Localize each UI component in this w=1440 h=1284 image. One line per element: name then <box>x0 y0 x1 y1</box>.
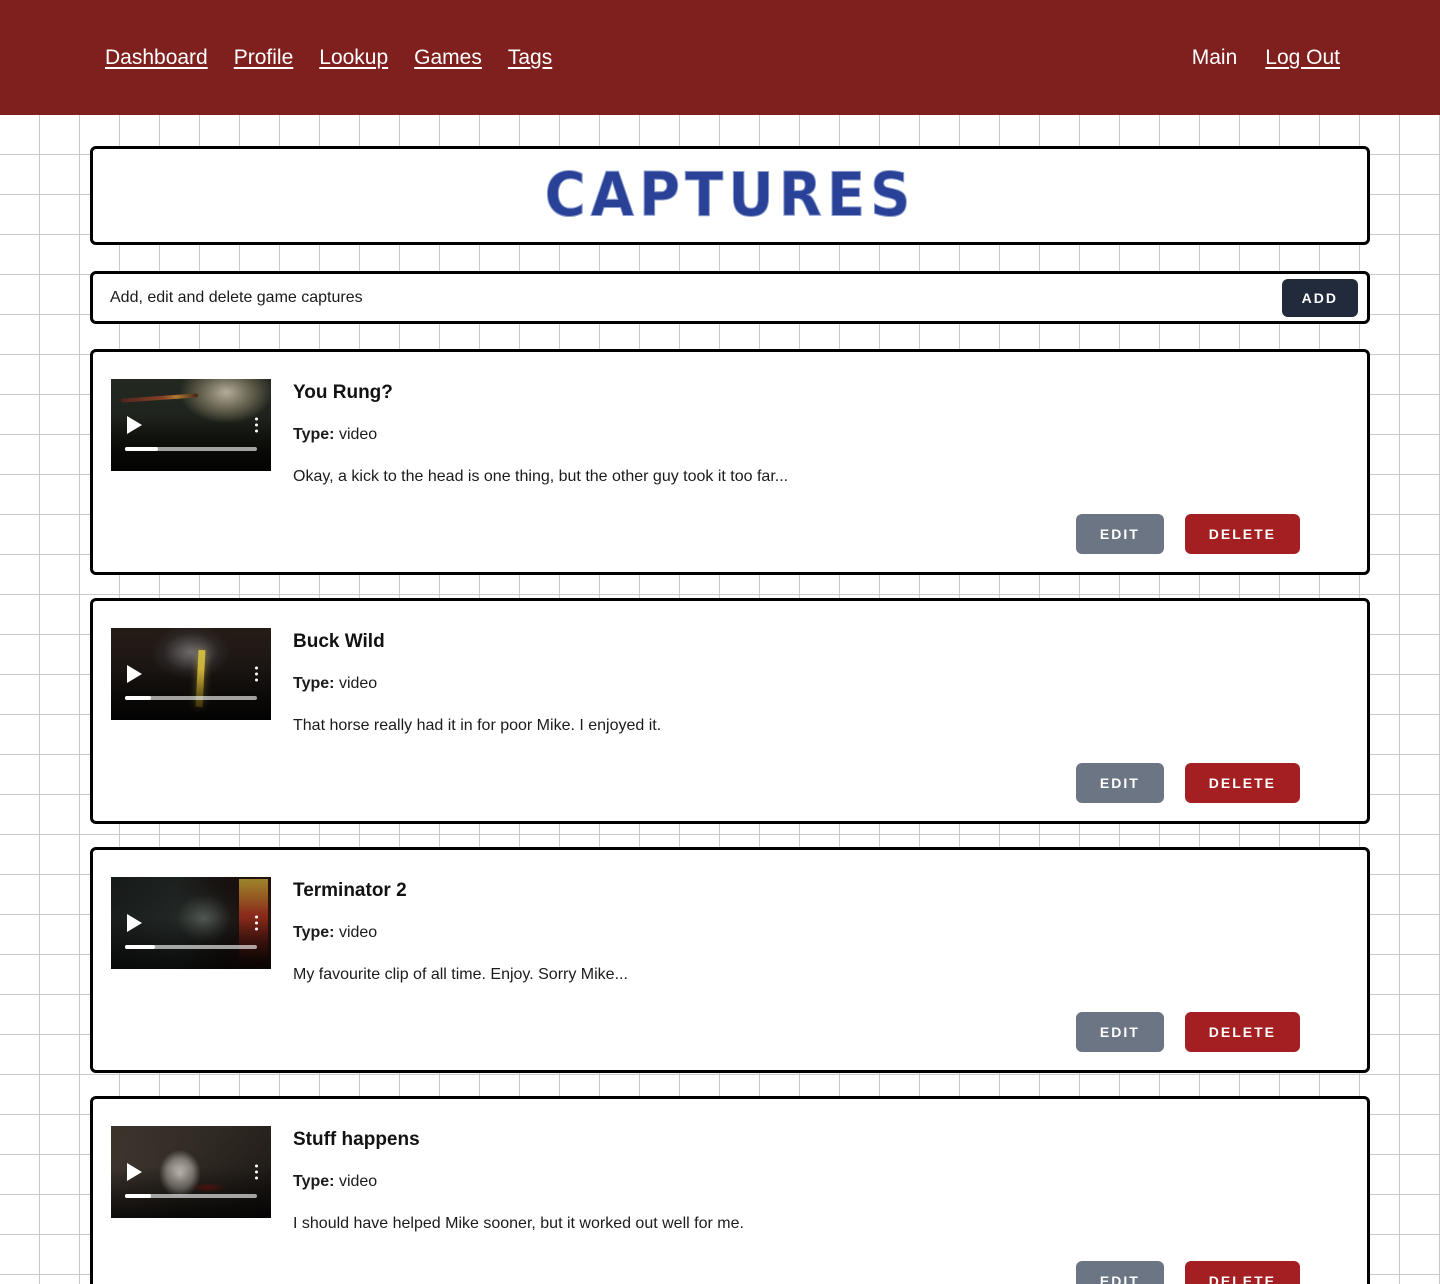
nav-item-main[interactable]: Main <box>1192 47 1238 68</box>
more-options-icon[interactable] <box>255 1164 258 1180</box>
capture-title: Terminator 2 <box>293 880 407 901</box>
capture-type-label: Type: <box>293 675 335 692</box>
capture-description: I should have helped Mike sooner, but it… <box>293 1215 744 1232</box>
nav-link-tags[interactable]: Tags <box>508 47 552 68</box>
video-progress-fill <box>125 1194 152 1198</box>
video-progress-fill <box>125 696 152 700</box>
capture-actions: EDIT DELETE <box>111 1261 1349 1284</box>
capture-card-body: Stuff happens Type: video I should have … <box>111 1126 1349 1233</box>
edit-button[interactable]: EDIT <box>1075 514 1164 554</box>
video-thumbnail[interactable] <box>111 628 271 720</box>
video-progress-bar[interactable] <box>125 945 257 949</box>
edit-button[interactable]: EDIT <box>1075 763 1164 803</box>
play-icon[interactable] <box>127 1163 142 1181</box>
capture-card: Terminator 2 Type: video My favourite cl… <box>90 847 1370 1073</box>
navbar-left-links: Dashboard Profile Lookup Games Tags <box>105 47 552 68</box>
capture-type-value: video <box>338 675 378 692</box>
capture-card-body: Buck Wild Type: video That horse really … <box>111 628 1349 735</box>
delete-button[interactable]: DELETE <box>1184 1012 1300 1052</box>
video-progress-bar[interactable] <box>125 1194 257 1198</box>
video-progress-bar[interactable] <box>125 696 257 700</box>
capture-card: You Rung? Type: video Okay, a kick to th… <box>90 349 1370 575</box>
page-title: CAPTURES <box>544 159 916 231</box>
action-bar: Add, edit and delete game captures ADD <box>90 271 1370 324</box>
video-thumbnail[interactable] <box>111 877 271 969</box>
capture-actions: EDIT DELETE <box>111 763 1349 803</box>
capture-info: Terminator 2 Type: video My favourite cl… <box>293 877 1349 984</box>
video-thumbnail[interactable] <box>111 379 271 471</box>
capture-type-label: Type: <box>293 924 335 941</box>
nav-link-lookup[interactable]: Lookup <box>319 47 388 68</box>
capture-type-value: video <box>338 426 378 443</box>
capture-type-value: video <box>338 924 378 941</box>
capture-info: Buck Wild Type: video That horse really … <box>293 628 1349 735</box>
play-icon[interactable] <box>127 665 142 683</box>
capture-type-label: Type: <box>293 1173 335 1190</box>
capture-description: Okay, a kick to the head is one thing, b… <box>293 468 789 485</box>
capture-actions: EDIT DELETE <box>111 1012 1349 1052</box>
top-navbar: Dashboard Profile Lookup Games Tags Main… <box>0 0 1440 115</box>
capture-info: Stuff happens Type: video I should have … <box>293 1126 1349 1233</box>
capture-actions: EDIT DELETE <box>111 514 1349 554</box>
capture-title: You Rung? <box>293 382 393 403</box>
capture-card: Buck Wild Type: video That horse really … <box>90 598 1370 824</box>
nav-link-dashboard[interactable]: Dashboard <box>105 47 208 68</box>
capture-description: That horse really had it in for poor Mik… <box>293 717 662 734</box>
edit-button[interactable]: EDIT <box>1075 1261 1164 1284</box>
add-button[interactable]: ADD <box>1281 278 1358 317</box>
nav-link-games[interactable]: Games <box>414 47 482 68</box>
capture-title: Stuff happens <box>293 1129 420 1150</box>
video-thumbnail[interactable] <box>111 1126 271 1218</box>
video-progress-bar[interactable] <box>125 447 257 451</box>
capture-card: Stuff happens Type: video I should have … <box>90 1096 1370 1284</box>
capture-type: Type: video <box>293 924 1349 942</box>
capture-card-body: Terminator 2 Type: video My favourite cl… <box>111 877 1349 984</box>
more-options-icon[interactable] <box>255 666 258 682</box>
capture-type: Type: video <box>293 1173 1349 1191</box>
nav-link-log-out[interactable]: Log Out <box>1265 47 1340 68</box>
play-icon[interactable] <box>127 914 142 932</box>
edit-button[interactable]: EDIT <box>1075 1012 1164 1052</box>
capture-type-label: Type: <box>293 426 335 443</box>
capture-type-value: video <box>338 1173 378 1190</box>
video-progress-fill <box>125 447 158 451</box>
more-options-icon[interactable] <box>255 915 258 931</box>
capture-type: Type: video <box>293 426 1349 444</box>
delete-button[interactable]: DELETE <box>1184 1261 1300 1284</box>
page-content: CAPTURES Add, edit and delete game captu… <box>0 115 1440 1284</box>
capture-info: You Rung? Type: video Okay, a kick to th… <box>293 379 1349 486</box>
capture-title: Buck Wild <box>293 631 385 652</box>
play-icon[interactable] <box>127 416 142 434</box>
navbar-right-links: Main Log Out <box>1192 47 1340 68</box>
video-progress-fill <box>125 945 156 949</box>
nav-link-profile[interactable]: Profile <box>234 47 294 68</box>
more-options-icon[interactable] <box>255 417 258 433</box>
capture-type: Type: video <box>293 675 1349 693</box>
delete-button[interactable]: DELETE <box>1184 514 1300 554</box>
page-title-panel: CAPTURES <box>90 146 1370 245</box>
delete-button[interactable]: DELETE <box>1184 763 1300 803</box>
capture-description: My favourite clip of all time. Enjoy. So… <box>293 966 628 983</box>
capture-card-body: You Rung? Type: video Okay, a kick to th… <box>111 379 1349 486</box>
action-bar-description: Add, edit and delete game captures <box>110 288 363 306</box>
